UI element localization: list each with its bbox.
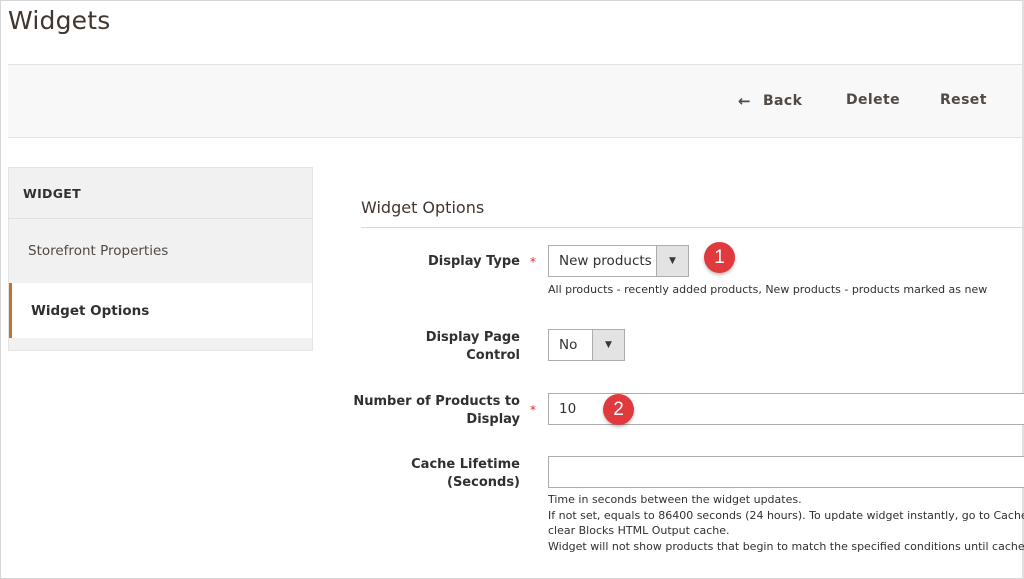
back-button-label: Back [762, 93, 803, 109]
chevron-down-icon: ▼ [592, 330, 624, 360]
label-line: Number of Products to [353, 394, 520, 409]
section-divider [361, 227, 1024, 228]
arrow-left-icon: ← [738, 92, 751, 110]
display-page-control-value: No [559, 337, 578, 353]
tab-widget-options[interactable]: Widget Options [9, 283, 312, 338]
note-line: clear Blocks HTML Output cache. [548, 524, 730, 537]
reset-button[interactable]: Reset [940, 92, 987, 108]
widget-tabs-sidebar: WIDGET Storefront Properties Widget Opti… [8, 167, 313, 351]
section-title: Widget Options [361, 198, 485, 217]
display-page-control-label: Display Page Control [320, 329, 520, 365]
display-type-note: All products - recently added products, … [548, 283, 988, 296]
sidebar-heading: WIDGET [9, 168, 312, 219]
step-badge-1: 1 [704, 242, 735, 273]
display-page-control-select[interactable]: No ▼ [548, 329, 625, 361]
page-actions-bar: ← Back Delete Reset [8, 64, 1022, 138]
display-type-select[interactable]: New products ▼ [548, 245, 689, 277]
cache-lifetime-input[interactable] [548, 456, 1024, 488]
chevron-down-icon: ▼ [656, 246, 688, 276]
required-marker: * [530, 255, 536, 269]
display-type-value: New products [559, 253, 652, 269]
label-line: Cache Lifetime [411, 457, 520, 472]
number-of-products-label: Number of Products to Display [300, 393, 520, 429]
display-type-label: Display Type [427, 254, 520, 269]
cache-lifetime-label: Cache Lifetime (Seconds) [320, 456, 520, 492]
note-line: Widget will not show products that begin… [548, 539, 1024, 553]
step-badge-2: 2 [603, 394, 634, 425]
label-line: Display [466, 412, 520, 427]
tab-storefront-properties[interactable]: Storefront Properties [9, 220, 312, 282]
delete-button[interactable]: Delete [846, 92, 900, 108]
note-line: Time in seconds between the widget updat… [548, 493, 802, 506]
label-line: Control [466, 348, 520, 363]
tab-label: Widget Options [31, 302, 150, 319]
note-line: If not set, equals to 86400 seconds (24 … [548, 508, 1024, 522]
back-button[interactable]: ← Back [738, 92, 802, 110]
label-line: Display Page [425, 330, 520, 345]
required-marker: * [530, 403, 536, 417]
cache-lifetime-notes: Time in seconds between the widget updat… [548, 492, 1024, 554]
page-title: Widgets [8, 6, 111, 35]
label-line: (Seconds) [447, 475, 520, 490]
tab-label: Storefront Properties [28, 243, 169, 259]
